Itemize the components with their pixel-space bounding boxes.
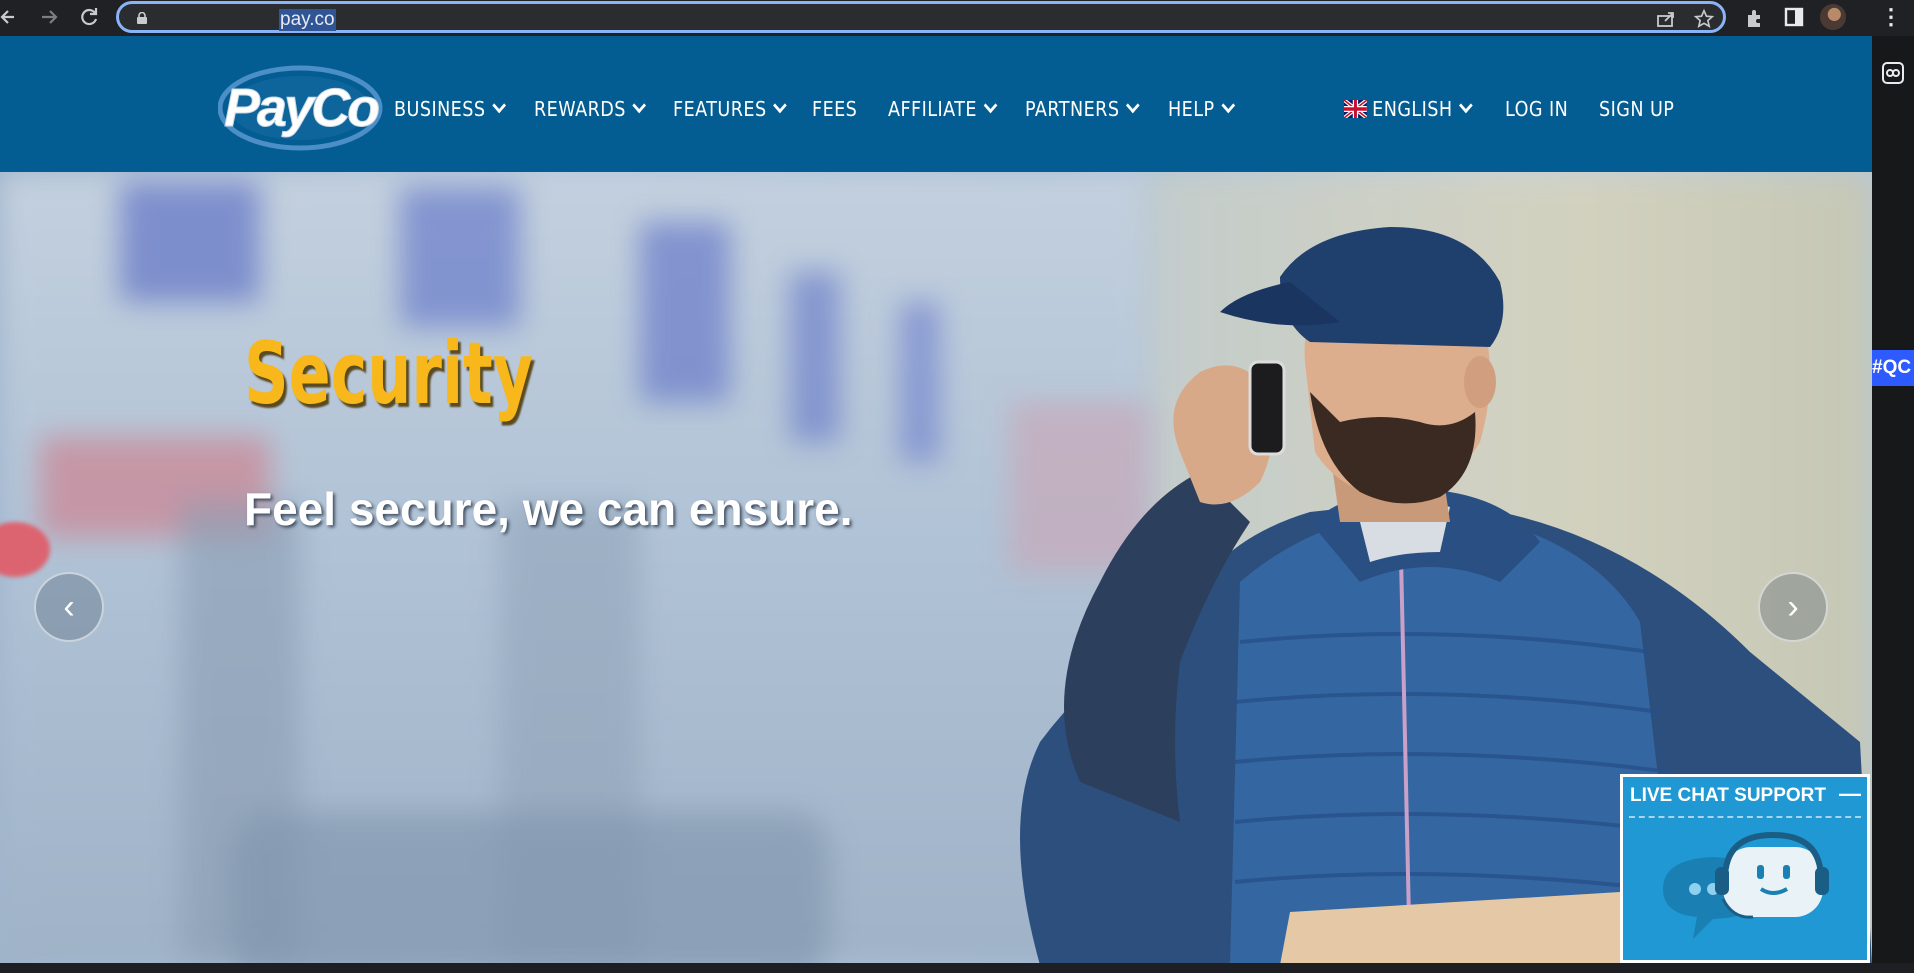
nav-help-label: HELP bbox=[1168, 97, 1215, 121]
nav-features[interactable]: FEATURES bbox=[673, 94, 788, 124]
chevron-down-icon bbox=[492, 97, 506, 114]
bookmark-star-icon[interactable] bbox=[1693, 8, 1715, 30]
extension-sidebar bbox=[1872, 36, 1914, 965]
slider-prev-button[interactable]: ‹ bbox=[34, 572, 104, 642]
extensions-icon[interactable] bbox=[1744, 7, 1766, 29]
uk-flag-icon bbox=[1342, 98, 1368, 120]
background-window bbox=[120, 182, 260, 302]
arrow-right-icon bbox=[42, 10, 58, 24]
chat-title: LIVE CHAT SUPPORT bbox=[1630, 785, 1826, 806]
hero-slider: Security Feel secure, we can ensure. ‹ › bbox=[0, 172, 1872, 965]
site-header: PayCo BUSINESS REWARDS FEATURES FEES AFF… bbox=[0, 36, 1872, 172]
background-window bbox=[900, 302, 940, 462]
reload-icon bbox=[81, 8, 98, 26]
payco-logo[interactable]: PayCo bbox=[217, 60, 383, 152]
share-icon[interactable] bbox=[1656, 10, 1676, 28]
nav-features-label: FEATURES bbox=[673, 97, 767, 121]
reload-button[interactable] bbox=[78, 4, 100, 30]
nav-affiliate[interactable]: AFFILIATE bbox=[888, 94, 998, 124]
chevron-down-icon bbox=[1126, 97, 1140, 114]
arrow-left-icon bbox=[0, 10, 14, 24]
nav-rewards-label: REWARDS bbox=[534, 97, 626, 121]
bottom-bar bbox=[0, 963, 1914, 973]
side-panel-icon[interactable] bbox=[1784, 7, 1804, 27]
forward-button[interactable] bbox=[38, 4, 60, 30]
nav-partners[interactable]: PARTNERS bbox=[1025, 94, 1140, 124]
background-window bbox=[790, 272, 840, 442]
svg-text:PayCo: PayCo bbox=[224, 78, 379, 138]
login-link[interactable]: LOG IN bbox=[1505, 94, 1568, 124]
lock-icon bbox=[137, 12, 147, 24]
browser-toolbar: pay.co ⋮ bbox=[0, 0, 1914, 36]
back-button[interactable] bbox=[0, 4, 20, 30]
nav-rewards[interactable]: REWARDS bbox=[534, 94, 647, 124]
language-selector[interactable]: ENGLISH bbox=[1342, 94, 1474, 124]
background-window bbox=[400, 187, 520, 327]
hero-subheadline: Feel secure, we can ensure. bbox=[244, 483, 853, 535]
nav-business[interactable]: BUSINESS bbox=[394, 94, 506, 124]
nav-affiliate-label: AFFILIATE bbox=[888, 97, 977, 121]
nav-partners-label: PARTNERS bbox=[1025, 97, 1120, 121]
live-chat-widget[interactable]: LIVE CHAT SUPPORT — bbox=[1620, 774, 1870, 963]
chevron-down-icon bbox=[983, 97, 998, 114]
chat-bot-icon bbox=[1663, 831, 1829, 939]
nav-fees[interactable]: FEES bbox=[812, 94, 857, 124]
hero-headline: Security bbox=[244, 324, 534, 424]
chevron-down-icon bbox=[632, 97, 647, 114]
chevron-down-icon bbox=[1221, 97, 1236, 114]
chat-divider bbox=[1629, 816, 1861, 818]
website: PayCo BUSINESS REWARDS FEATURES FEES AFF… bbox=[0, 36, 1872, 965]
chat-minimize-button[interactable]: — bbox=[1839, 781, 1861, 807]
language-label: ENGLISH bbox=[1372, 97, 1453, 121]
nav-business-label: BUSINESS bbox=[394, 97, 486, 121]
chevron-down-icon bbox=[773, 97, 788, 114]
background-window bbox=[640, 222, 730, 402]
url-text[interactable]: pay.co bbox=[279, 9, 336, 31]
profile-avatar[interactable] bbox=[1820, 4, 1846, 30]
signup-link[interactable]: SIGN UP bbox=[1599, 94, 1674, 124]
extension-icon[interactable] bbox=[1882, 62, 1904, 84]
side-badge[interactable]: #QC bbox=[1872, 350, 1914, 386]
slider-next-button[interactable]: › bbox=[1758, 572, 1828, 642]
chevron-down-icon bbox=[1459, 97, 1474, 114]
nav-help[interactable]: HELP bbox=[1168, 94, 1236, 124]
nav-fees-label: FEES bbox=[812, 97, 858, 121]
address-bar[interactable]: pay.co bbox=[116, 1, 1726, 33]
background-car bbox=[230, 812, 830, 965]
browser-menu-button[interactable]: ⋮ bbox=[1880, 4, 1902, 30]
